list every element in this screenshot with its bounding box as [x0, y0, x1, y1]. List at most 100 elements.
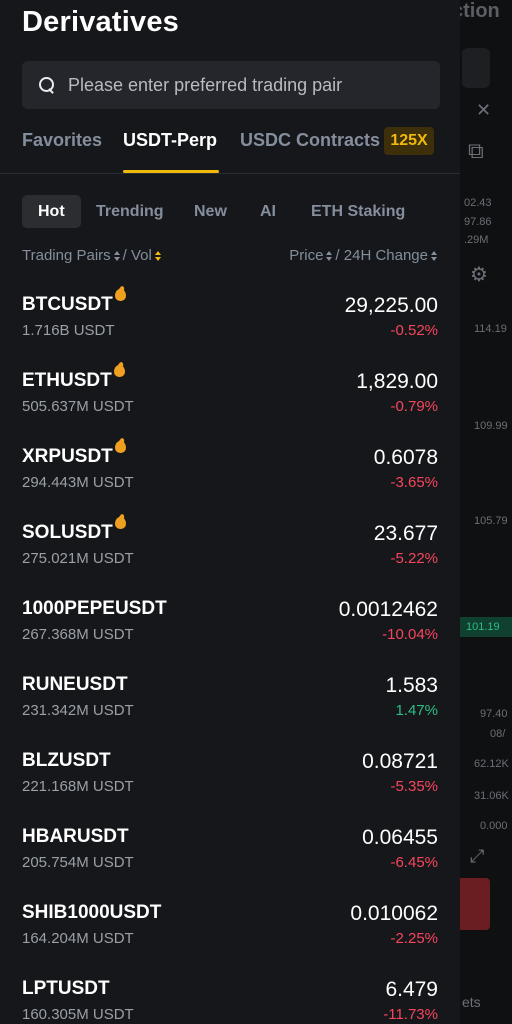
pair-symbol: SHIB1000USDT — [22, 902, 161, 924]
pair-symbol: 1000PEPEUSDT — [22, 598, 167, 620]
chip-hot[interactable]: Hot — [22, 195, 81, 228]
pair-price: 0.0012462 — [338, 598, 438, 621]
column-separator: / — [122, 247, 127, 264]
background-bar — [462, 48, 490, 88]
derivatives-drawer: Derivatives Favorites USDT-Perp USDC Con… — [0, 0, 460, 1024]
close-icon[interactable]: ✕ — [476, 100, 491, 121]
fire-icon — [114, 514, 127, 530]
pair-price: 23.677 — [373, 522, 438, 545]
pair-price: 1.583 — [385, 674, 438, 697]
pair-symbol: SOLUSDT — [22, 517, 127, 544]
external-link-icon[interactable]: ⧉ — [468, 138, 484, 164]
list-item[interactable]: LPTUSDT 160.305M USDT 6.479 -11.73% — [0, 968, 460, 1024]
active-tab-indicator — [123, 170, 219, 173]
list-item[interactable]: HBARUSDT 205.754M USDT 0.06455 -6.45% — [0, 816, 460, 892]
list-item[interactable]: SOLUSDT 275.021M USDT 23.677 -5.22% — [0, 512, 460, 588]
pair-symbol: ETHUSDT — [22, 365, 126, 392]
background-value: 97.86 — [464, 216, 492, 228]
pair-volume: 1.716B USDT — [22, 322, 115, 339]
tab-usdt-perp[interactable]: USDT-Perp — [123, 130, 217, 151]
tab-usdc-contracts[interactable]: USDC Contracts — [240, 130, 380, 151]
list-item[interactable]: ETHUSDT 505.637M USDT 1,829.00 -0.79% — [0, 360, 460, 436]
pair-volume: 164.204M USDT — [22, 930, 134, 947]
leverage-badge: 125X — [384, 127, 434, 155]
column-label-change: 24H Change — [343, 247, 428, 264]
pair-symbol-text: ETHUSDT — [22, 370, 112, 391]
pair-symbol: LPTUSDT — [22, 978, 110, 1000]
column-label-vol: Vol — [131, 247, 152, 264]
pair-change: -6.45% — [390, 854, 438, 871]
sort-active-icon[interactable] — [154, 250, 162, 261]
pair-volume: 505.637M USDT — [22, 398, 134, 415]
settings-icon[interactable]: ⚙ — [470, 262, 488, 287]
pair-price: 29,225.00 — [344, 294, 438, 317]
pair-volume: 231.342M USDT — [22, 702, 134, 719]
pair-change: -5.22% — [390, 550, 438, 567]
column-header-price[interactable]: Price / 24H Change — [289, 247, 440, 264]
background-sell-button[interactable] — [458, 878, 490, 930]
background-price-tag: 101.19 — [460, 617, 512, 637]
search-input[interactable] — [68, 74, 408, 96]
list-item[interactable]: BTCUSDT 1.716B USDT 29,225.00 -0.52% — [0, 284, 460, 360]
pair-symbol-text: HBARUSDT — [22, 826, 129, 847]
column-separator: / — [335, 247, 340, 264]
pair-price: 6.479 — [385, 978, 438, 1001]
pair-symbol-text: RUNEUSDT — [22, 674, 128, 695]
pair-price: 0.08721 — [362, 750, 438, 773]
background-value: 0.000 — [480, 820, 508, 832]
pair-symbol: HBARUSDT — [22, 826, 129, 848]
chip-ai[interactable]: AI — [260, 195, 276, 228]
background-value: 02.43 — [464, 197, 492, 209]
list-item[interactable]: BLZUSDT 221.168M USDT 0.08721 -5.35% — [0, 740, 460, 816]
pair-symbol-text: LPTUSDT — [22, 978, 110, 999]
pair-volume: 275.021M USDT — [22, 550, 134, 567]
background-value: 08/ — [490, 728, 506, 740]
pair-volume: 267.368M USDT — [22, 626, 134, 643]
pair-change: -11.73% — [383, 1006, 438, 1023]
pair-volume: 205.754M USDT — [22, 854, 134, 871]
list-item[interactable]: RUNEUSDT 231.342M USDT 1.583 1.47% — [0, 664, 460, 740]
fire-icon — [114, 286, 127, 302]
pair-change: -0.79% — [390, 398, 438, 415]
list-item[interactable]: SHIB1000USDT 164.204M USDT 0.010062 -2.25% — [0, 892, 460, 968]
pairs-list: BTCUSDT 1.716B USDT 29,225.00 -0.52% ETHUSDT… — [0, 284, 460, 1024]
pair-price: 1,829.00 — [356, 370, 438, 393]
column-label-price: Price — [289, 247, 324, 264]
search-bar[interactable] — [22, 61, 440, 109]
background-value: 62.12K — [474, 758, 509, 770]
pair-change: 1.47% — [395, 702, 438, 719]
background-value: 105.79 — [474, 515, 508, 527]
pair-change: -3.65% — [390, 474, 438, 491]
list-item[interactable]: 1000PEPEUSDT 267.368M USDT 0.0012462 -10.04… — [0, 588, 460, 664]
chip-eth-staking[interactable]: ETH Staking — [311, 195, 405, 228]
sort-icon[interactable] — [113, 250, 121, 261]
background-value: 109.99 — [474, 420, 508, 432]
list-item[interactable]: XRPUSDT 294.443M USDT 0.6078 -3.65% — [0, 436, 460, 512]
pair-price: 0.06455 — [362, 826, 438, 849]
sort-icon[interactable] — [326, 250, 333, 261]
pair-symbol: RUNEUSDT — [22, 674, 128, 696]
pair-change: -2.25% — [390, 930, 438, 947]
pair-price: 0.010062 — [350, 902, 438, 925]
chip-trending[interactable]: Trending — [96, 195, 164, 228]
pair-symbol: XRPUSDT — [22, 441, 127, 468]
chip-new[interactable]: New — [194, 195, 227, 228]
expand-icon[interactable]: ⤢ — [470, 846, 484, 867]
pair-price: 0.6078 — [373, 446, 438, 469]
tab-favorites[interactable]: Favorites — [22, 130, 102, 151]
fire-icon — [114, 438, 127, 454]
pair-symbol-text: SHIB1000USDT — [22, 902, 162, 923]
column-label-pairs: Trading Pairs — [22, 247, 111, 264]
pair-symbol: BLZUSDT — [22, 750, 111, 772]
background-value: 114.19 — [474, 323, 507, 335]
pair-change: -10.04% — [382, 626, 438, 643]
background-value: 31.06K — [474, 790, 509, 802]
background-value: .29M — [464, 234, 489, 246]
pair-volume: 221.168M USDT — [22, 778, 134, 795]
pair-symbol-text: BTCUSDT — [22, 294, 113, 315]
pair-symbol-text: 1000PEPEUSDT — [22, 598, 167, 619]
sort-icon[interactable] — [431, 250, 438, 261]
column-header-pairs[interactable]: Trading Pairs / Vol — [22, 247, 164, 264]
pair-symbol-text: XRPUSDT — [22, 446, 113, 467]
background-value: 97.40 — [480, 708, 508, 720]
